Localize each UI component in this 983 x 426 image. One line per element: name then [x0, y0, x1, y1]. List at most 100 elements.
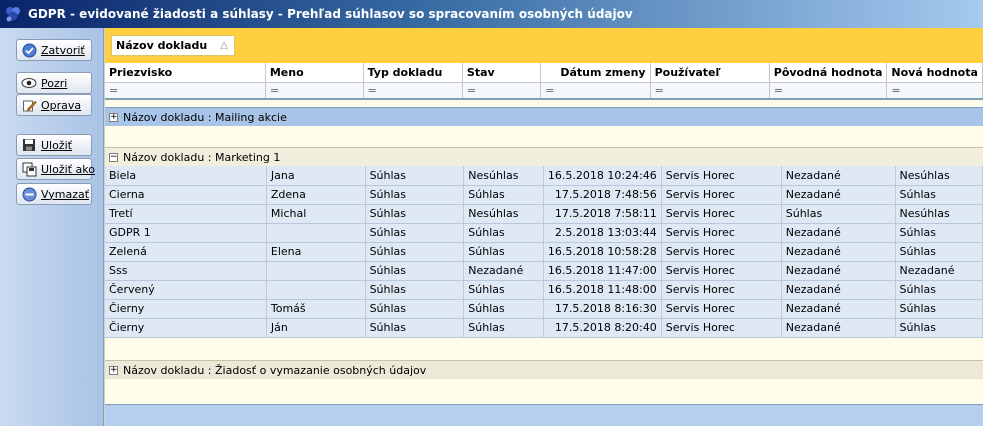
cell-user[interactable]: Servis Horec [661, 242, 782, 262]
cell-surname[interactable]: GDPR 1 [105, 223, 267, 243]
cell-original-value[interactable]: Nezadané [781, 185, 896, 205]
cell-status[interactable]: Súhlas [463, 280, 544, 300]
filter-cell[interactable]: = [462, 82, 542, 100]
cell-new-value[interactable]: Súhlas [895, 242, 983, 262]
cell-document-type[interactable]: Súhlas [365, 318, 465, 338]
expand-icon[interactable]: + [109, 112, 118, 122]
group-row-marketing[interactable]: − Názov dokladu : Marketing 1 [105, 147, 983, 166]
cell-surname[interactable]: Čierny [105, 299, 267, 319]
column-header-document-type[interactable]: Typ dokladu [363, 63, 463, 83]
cell-user[interactable]: Servis Horec [661, 318, 782, 338]
cell-surname[interactable]: Biela [105, 166, 267, 186]
table-row[interactable]: Čierny Ján Súhlas Súhlas 17.5.2018 8:20:40 Se… [105, 318, 983, 338]
save-button[interactable]: Uložiť [16, 134, 92, 156]
cell-document-type[interactable]: Súhlas [365, 185, 465, 205]
cell-new-value[interactable]: Nesúhlas [895, 204, 983, 224]
cell-date-changed[interactable]: 17.5.2018 7:58:11 [543, 204, 662, 224]
table-row[interactable]: Čierny Tomáš Súhlas Súhlas 17.5.2018 8:16:30… [105, 299, 983, 319]
cell-original-value[interactable]: Nezadané [781, 318, 896, 338]
table-row[interactable]: Cierna Zdena Súhlas Súhlas 17.5.2018 7:48:56… [105, 185, 983, 205]
group-by-chip[interactable]: Názov dokladu △ [111, 35, 235, 56]
cell-original-value[interactable]: Nezadané [781, 299, 896, 319]
cell-original-value[interactable]: Nezadané [781, 242, 896, 262]
cell-status[interactable]: Súhlas [463, 242, 544, 262]
cell-status[interactable]: Nesúhlas [463, 204, 544, 224]
cell-status[interactable]: Súhlas [463, 299, 544, 319]
cell-user[interactable]: Servis Horec [661, 185, 782, 205]
cell-document-type[interactable]: Súhlas [365, 242, 465, 262]
cell-name[interactable]: Zdena [266, 185, 366, 205]
cell-status[interactable]: Nesúhlas [463, 166, 544, 186]
table-row[interactable]: Sss Súhlas Nezadané 16.5.2018 11:47:00 Servi… [105, 261, 983, 281]
group-row-deletion-request[interactable]: + Názov dokladu : Žiadosť o vymazanie os… [105, 360, 983, 379]
cell-date-changed[interactable]: 2.5.2018 13:03:44 [543, 223, 662, 243]
filter-cell[interactable]: = [540, 82, 651, 100]
cell-date-changed[interactable]: 17.5.2018 8:16:30 [543, 299, 662, 319]
cell-name[interactable]: Ján [266, 318, 366, 338]
column-header-name[interactable]: Meno [265, 63, 364, 83]
cell-name[interactable]: Jana [266, 166, 366, 186]
cell-user[interactable]: Servis Horec [661, 223, 782, 243]
filter-cell[interactable]: = [650, 82, 770, 100]
cell-new-value[interactable]: Súhlas [895, 185, 983, 205]
table-row[interactable]: Červený Súhlas Súhlas 16.5.2018 11:48:00 Ser… [105, 280, 983, 300]
cell-original-value[interactable]: Nezadané [781, 223, 896, 243]
cell-name[interactable]: Michal [266, 204, 366, 224]
filter-cell[interactable]: = [886, 82, 983, 100]
cell-new-value[interactable]: Súhlas [895, 280, 983, 300]
cell-new-value[interactable]: Súhlas [895, 299, 983, 319]
cell-new-value[interactable]: Nesúhlas [895, 166, 983, 186]
cell-original-value[interactable]: Nezadané [781, 261, 896, 281]
cell-status[interactable]: Súhlas [463, 185, 544, 205]
column-header-new-value[interactable]: Nová hodnota [886, 63, 983, 83]
cell-name[interactable] [266, 280, 366, 300]
column-header-status[interactable]: Stav [462, 63, 542, 83]
cell-surname[interactable]: Sss [105, 261, 267, 281]
cell-original-value[interactable]: Nezadané [781, 166, 896, 186]
cell-surname[interactable]: Cierna [105, 185, 267, 205]
column-header-date-changed[interactable]: Dátum zmeny [540, 63, 651, 83]
cell-user[interactable]: Servis Horec [661, 204, 782, 224]
cell-document-type[interactable]: Súhlas [365, 166, 465, 186]
save-as-button[interactable]: Uložiť ako [16, 158, 95, 180]
column-header-surname[interactable]: Priezvisko [105, 63, 266, 83]
view-button[interactable]: Pozri [16, 72, 92, 94]
cell-new-value[interactable]: Súhlas [895, 223, 983, 243]
cell-user[interactable]: Servis Horec [661, 166, 782, 186]
cell-name[interactable]: Tomáš [266, 299, 366, 319]
table-row[interactable]: Tretí Michal Súhlas Nesúhlas 17.5.2018 7:58:… [105, 204, 983, 224]
cell-name[interactable] [266, 223, 366, 243]
expand-icon[interactable]: + [109, 365, 118, 375]
table-row[interactable]: Zelená Elena Súhlas Súhlas 16.5.2018 10:58:2… [105, 242, 983, 262]
cell-surname[interactable]: Čierny [105, 318, 267, 338]
cell-new-value[interactable]: Súhlas [895, 318, 983, 338]
cell-user[interactable]: Servis Horec [661, 299, 782, 319]
cell-status[interactable]: Súhlas [463, 223, 544, 243]
filter-cell[interactable]: = [363, 82, 463, 100]
cell-user[interactable]: Servis Horec [661, 261, 782, 281]
cell-user[interactable]: Servis Horec [661, 280, 782, 300]
cell-surname[interactable]: Tretí [105, 204, 267, 224]
filter-cell[interactable]: = [769, 82, 888, 100]
cell-document-type[interactable]: Súhlas [365, 223, 465, 243]
delete-button[interactable]: Vymazať [16, 183, 92, 205]
filter-cell[interactable]: = [105, 82, 266, 100]
cell-date-changed[interactable]: 17.5.2018 8:20:40 [543, 318, 662, 338]
table-row[interactable]: Biela Jana Súhlas Nesúhlas 16.5.2018 10:24:4… [105, 166, 983, 186]
table-row[interactable]: GDPR 1 Súhlas Súhlas 2.5.2018 13:03:44 Servi… [105, 223, 983, 243]
cell-date-changed[interactable]: 16.5.2018 11:47:00 [543, 261, 662, 281]
cell-name[interactable]: Elena [266, 242, 366, 262]
cell-date-changed[interactable]: 16.5.2018 10:58:28 [543, 242, 662, 262]
cell-status[interactable]: Nezadané [463, 261, 544, 281]
cell-document-type[interactable]: Súhlas [365, 299, 465, 319]
filter-cell[interactable]: = [265, 82, 364, 100]
cell-document-type[interactable]: Súhlas [365, 280, 465, 300]
cell-document-type[interactable]: Súhlas [365, 261, 465, 281]
cell-status[interactable]: Súhlas [463, 318, 544, 338]
cell-original-value[interactable]: Nezadané [781, 280, 896, 300]
cell-document-type[interactable]: Súhlas [365, 204, 465, 224]
cell-original-value[interactable]: Súhlas [781, 204, 896, 224]
cell-surname[interactable]: Červený [105, 280, 267, 300]
cell-name[interactable] [266, 261, 366, 281]
cell-date-changed[interactable]: 16.5.2018 11:48:00 [543, 280, 662, 300]
